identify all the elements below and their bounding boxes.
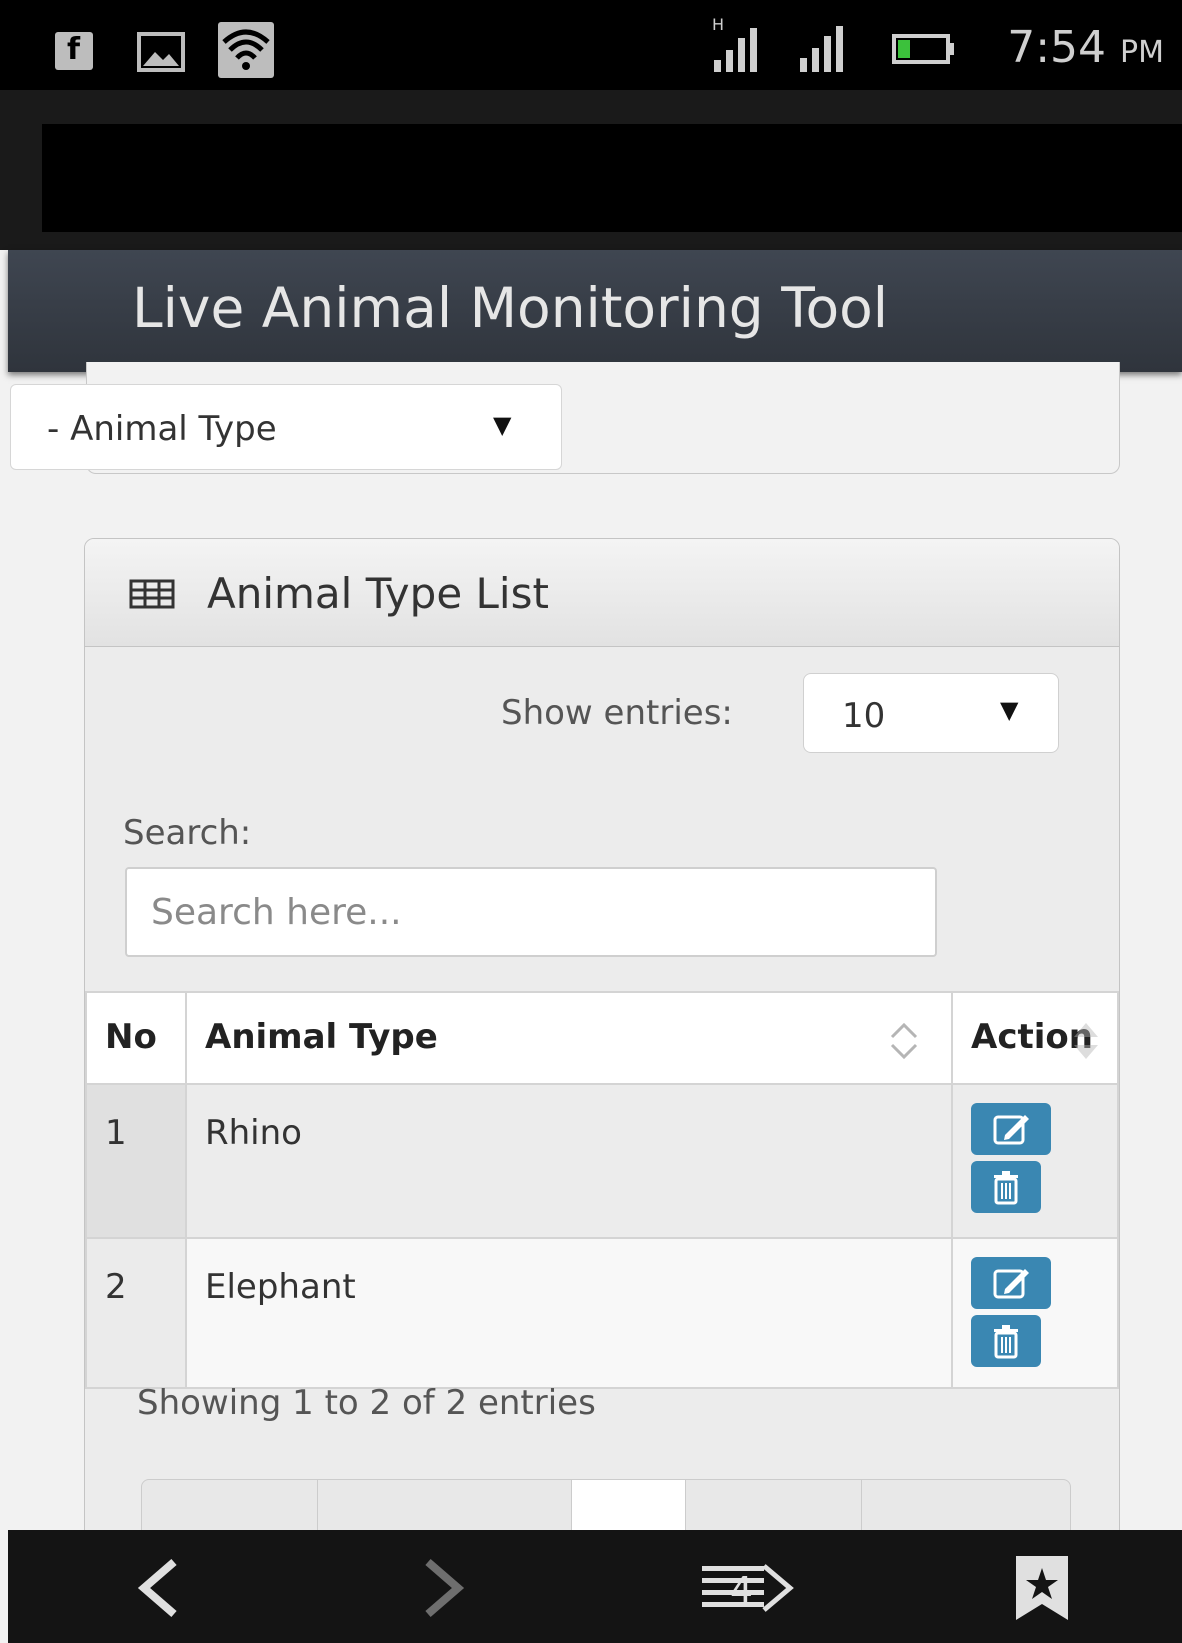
animal-type-select-value: - Animal Type (47, 409, 277, 449)
tabs-button[interactable]: 4 (702, 1562, 794, 1622)
address-bar[interactable] (42, 124, 1182, 232)
clock: 7:54 PM (1007, 22, 1164, 73)
delete-button[interactable] (971, 1315, 1041, 1367)
table-row: 1 Rhino (85, 1083, 1119, 1239)
cell-action (951, 1083, 1119, 1239)
cell-animal-type: Rhino (185, 1083, 953, 1239)
delete-button[interactable] (971, 1161, 1041, 1213)
app-header: Live Animal Monitoring Tool (8, 250, 1182, 372)
panel-title: Animal Type List (207, 569, 549, 618)
bookmark-icon[interactable] (1012, 1554, 1072, 1626)
panel-header: Animal Type List (85, 539, 1119, 647)
animal-type-select[interactable]: - Animal Type ▼ (10, 384, 562, 470)
chevron-down-icon: ▼ (493, 411, 512, 439)
cell-animal-type: Elephant (185, 1237, 953, 1389)
tabs-count: 4 (730, 1570, 753, 1611)
edit-icon (993, 1269, 1029, 1299)
animal-type-list-panel: Animal Type List Show entries: 10 ▼ Sear… (84, 538, 1120, 1538)
table-row: 2 Elephant (85, 1237, 1119, 1389)
column-header-action[interactable]: Action (951, 991, 1119, 1085)
forward-icon[interactable] (418, 1558, 468, 1622)
browser-bottom-bar: 4 (8, 1530, 1182, 1643)
edit-icon (993, 1115, 1029, 1145)
network-type-label: H (712, 16, 724, 34)
signal-icon (798, 24, 854, 78)
table-icon (129, 579, 175, 613)
search-label: Search: (123, 813, 252, 853)
chevron-down-icon: ▼ (1000, 696, 1019, 724)
cell-action (951, 1237, 1119, 1389)
animal-type-table: No Animal Type Action 1 Rhino 2 Elephant (85, 991, 1119, 1389)
search-input[interactable] (125, 867, 937, 957)
column-header-animal-type[interactable]: Animal Type (185, 991, 953, 1085)
sort-icon[interactable] (1071, 1019, 1101, 1072)
status-bar: f H 7:54 PM (0, 0, 1182, 90)
table-info: Showing 1 to 2 of 2 entries (137, 1383, 596, 1423)
cell-no: 2 (85, 1237, 187, 1389)
show-entries-select[interactable]: 10 ▼ (803, 673, 1059, 753)
battery-icon (892, 34, 956, 68)
back-icon[interactable] (134, 1558, 184, 1622)
cell-no: 1 (85, 1083, 187, 1239)
screen: f H 7:54 PM Live Animal Monitoring Tool … (0, 0, 1182, 1643)
tabs-icon: 4 (702, 1564, 794, 1612)
edit-button[interactable] (971, 1257, 1051, 1309)
picture-icon (137, 32, 185, 76)
column-header-no[interactable]: No (85, 991, 187, 1085)
show-entries-value: 10 (842, 696, 886, 736)
show-entries-label: Show entries: (501, 693, 733, 733)
facebook-icon: f (55, 32, 93, 70)
browser-toolbar (0, 90, 1182, 250)
table-header-row: No Animal Type Action (85, 991, 1119, 1085)
trash-icon (994, 1171, 1018, 1205)
edit-button[interactable] (971, 1103, 1051, 1155)
wifi-icon (218, 22, 274, 82)
sort-icon[interactable] (887, 1021, 921, 1070)
signal-icon: H (712, 15, 768, 78)
trash-icon (994, 1325, 1018, 1359)
page-title: Live Animal Monitoring Tool (132, 276, 889, 340)
